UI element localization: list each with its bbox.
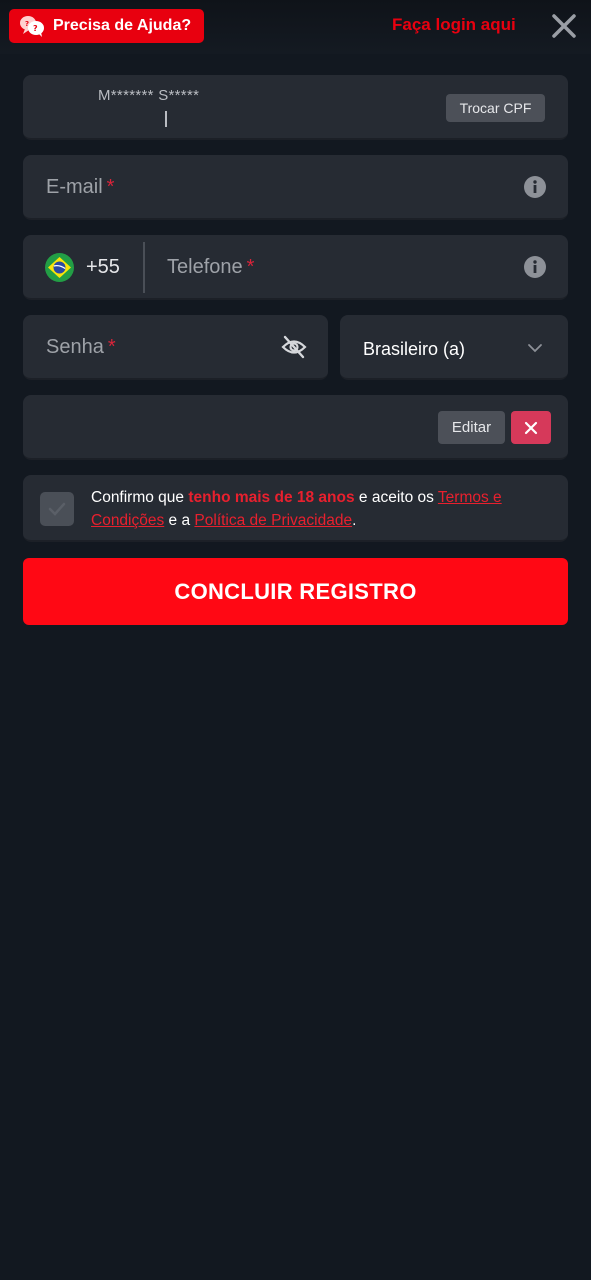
terms-text-part: e aceito os <box>354 489 438 506</box>
swap-cpf-button[interactable]: Trocar CPF <box>446 94 545 122</box>
dial-code[interactable]: +55 <box>86 256 120 279</box>
edit-button[interactable]: Editar <box>438 411 505 444</box>
text-caret <box>165 111 167 127</box>
chat-bubbles-icon: ? ? <box>20 16 44 37</box>
help-button-label: Precisa de Ajuda? <box>53 17 192 34</box>
terms-text: Confirmo que tenho mais de 18 anos e ace… <box>91 486 551 532</box>
required-mark: * <box>246 256 255 278</box>
promo-code-field[interactable]: Editar <box>23 395 568 460</box>
age-highlight: tenho mais de 18 anos <box>188 489 355 506</box>
remove-button[interactable] <box>511 411 551 444</box>
info-icon[interactable] <box>524 176 546 198</box>
nationality-select[interactable]: Brasileiro (a) <box>340 315 568 380</box>
nationality-value: Brasileiro (a) <box>363 339 466 359</box>
close-icon[interactable] <box>551 13 577 39</box>
info-icon[interactable] <box>524 256 546 278</box>
login-link[interactable]: Faça login aqui <box>392 15 516 35</box>
chevron-down-icon <box>528 344 542 353</box>
email-field[interactable]: E-mail * <box>23 155 568 220</box>
registration-page: ? ? Precisa de Ajuda? Faça login aqui M*… <box>0 0 591 1280</box>
password-placeholder: Senha * <box>46 336 116 359</box>
top-bar: ? ? Precisa de Ajuda? Faça login aqui <box>0 0 591 54</box>
terms-text-part: Confirmo que <box>91 489 189 506</box>
complete-registration-button[interactable]: CONCLUIR REGISTRO <box>23 558 568 625</box>
phone-divider <box>143 242 145 293</box>
terms-checkbox[interactable] <box>40 492 74 526</box>
eye-slash-icon[interactable] <box>281 335 307 359</box>
privacy-policy-link[interactable]: Política de Privacidade <box>194 512 352 529</box>
cpf-masked-name: M******* S***** <box>98 87 200 104</box>
required-mark: * <box>107 336 116 358</box>
email-placeholder-text: E-mail <box>46 176 103 198</box>
terms-consent: Confirmo que tenho mais de 18 anos e ace… <box>23 475 568 542</box>
svg-text:?: ? <box>25 20 29 28</box>
email-placeholder: E-mail * <box>46 176 114 199</box>
phone-field[interactable]: +55 Telefone * <box>23 235 568 300</box>
password-placeholder-text: Senha <box>46 336 104 358</box>
svg-text:?: ? <box>33 24 38 33</box>
phone-placeholder: Telefone * <box>167 256 254 279</box>
password-field[interactable]: Senha * <box>23 315 328 380</box>
brazil-flag-icon[interactable] <box>45 253 74 282</box>
required-mark: * <box>106 176 115 198</box>
phone-placeholder-text: Telefone <box>167 256 243 278</box>
terms-text-part: . <box>352 512 357 529</box>
checkmark-icon <box>48 502 66 516</box>
cpf-field[interactable]: M******* S***** Trocar CPF <box>23 75 568 140</box>
close-icon <box>524 421 538 434</box>
help-button[interactable]: ? ? Precisa de Ajuda? <box>9 9 204 43</box>
terms-text-part: e a <box>164 512 195 529</box>
